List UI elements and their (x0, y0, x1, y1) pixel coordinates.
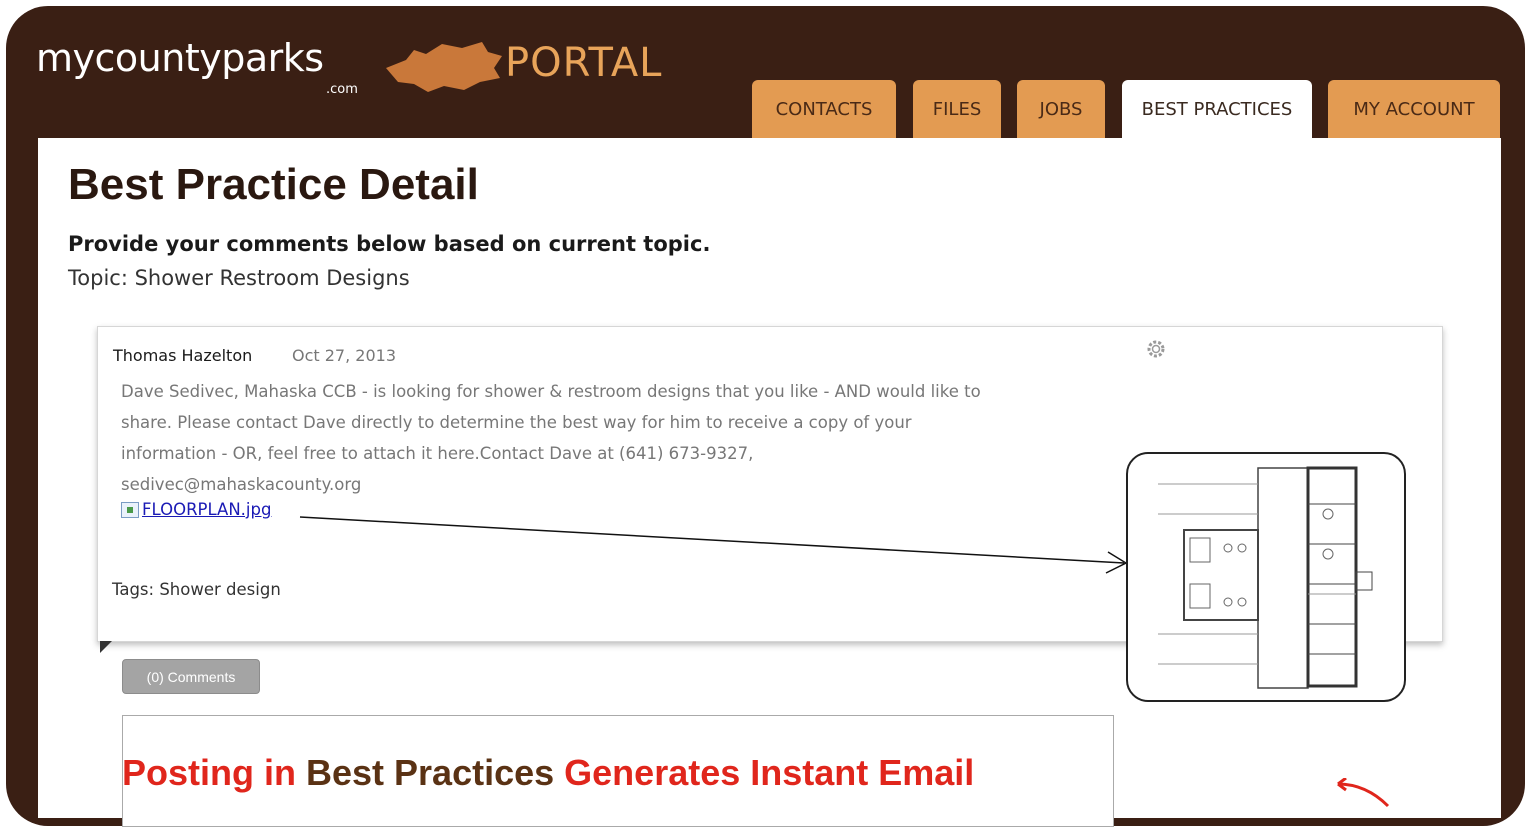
floorplan-image (1158, 466, 1373, 689)
callout-part-1: Posting in (122, 752, 306, 793)
callout-text: Posting in Best Practices Generates Inst… (122, 752, 974, 794)
callout-part-2: Best Practices (306, 752, 555, 793)
callout-part-3: Generates Instant Email (554, 752, 975, 793)
floorplan-thumbnail (1126, 452, 1406, 702)
curved-arrow-icon (1337, 778, 1390, 808)
